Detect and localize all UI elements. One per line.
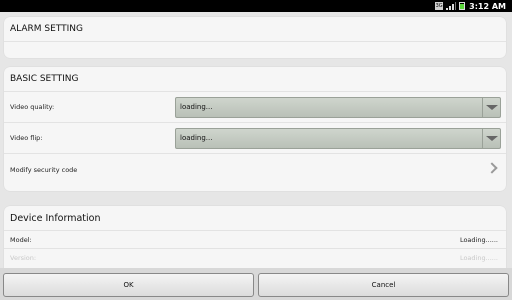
video-quality-row: Video quality: loading... <box>4 92 506 123</box>
modify-security-code-row[interactable]: Modify security code <box>4 154 506 185</box>
video-quality-value: loading... <box>180 103 213 111</box>
version-label: Version: <box>10 254 37 262</box>
status-bar: 3G 3:12 AM <box>0 0 512 12</box>
video-quality-label: Video quality: <box>10 103 55 111</box>
battery-icon <box>459 2 466 10</box>
model-row: Model: Loading...... <box>4 231 506 249</box>
video-quality-select[interactable]: loading... <box>175 97 501 118</box>
chevron-right-icon <box>486 162 498 174</box>
video-flip-row: Video flip: loading... <box>4 123 506 154</box>
modify-security-code-label: Modify security code <box>10 165 78 174</box>
dropdown-arrow-icon <box>482 129 500 148</box>
alarm-setting-card[interactable]: ALARM SETTING <box>4 17 506 58</box>
dropdown-arrow-icon <box>482 98 500 117</box>
basic-setting-title: BASIC SETTING <box>4 67 506 92</box>
settings-scroll-area[interactable]: ALARM SETTING BASIC SETTING Video qualit… <box>0 12 512 268</box>
video-flip-label: Video flip: <box>10 134 43 142</box>
model-label: Model: <box>10 235 32 244</box>
device-information-title: Device Information <box>4 206 506 231</box>
bottom-button-bar: OK Cancel <box>0 268 512 300</box>
cancel-button[interactable]: Cancel <box>258 273 509 297</box>
status-time: 3:12 AM <box>469 1 506 11</box>
alarm-setting-title[interactable]: ALARM SETTING <box>4 17 506 42</box>
version-value: Loading...... <box>459 254 498 262</box>
video-flip-select[interactable]: loading... <box>175 128 501 149</box>
device-information-card: Device Information Model: Loading...... … <box>4 206 506 268</box>
network-3g-icon: 3G <box>435 2 444 10</box>
signal-strength-icon <box>446 2 457 10</box>
video-flip-value: loading... <box>180 134 213 142</box>
ok-button[interactable]: OK <box>3 273 254 297</box>
model-value: Loading...... <box>459 235 498 244</box>
basic-setting-card: BASIC SETTING Video quality: loading... … <box>4 67 506 191</box>
version-row: Version: Loading...... <box>4 249 506 267</box>
